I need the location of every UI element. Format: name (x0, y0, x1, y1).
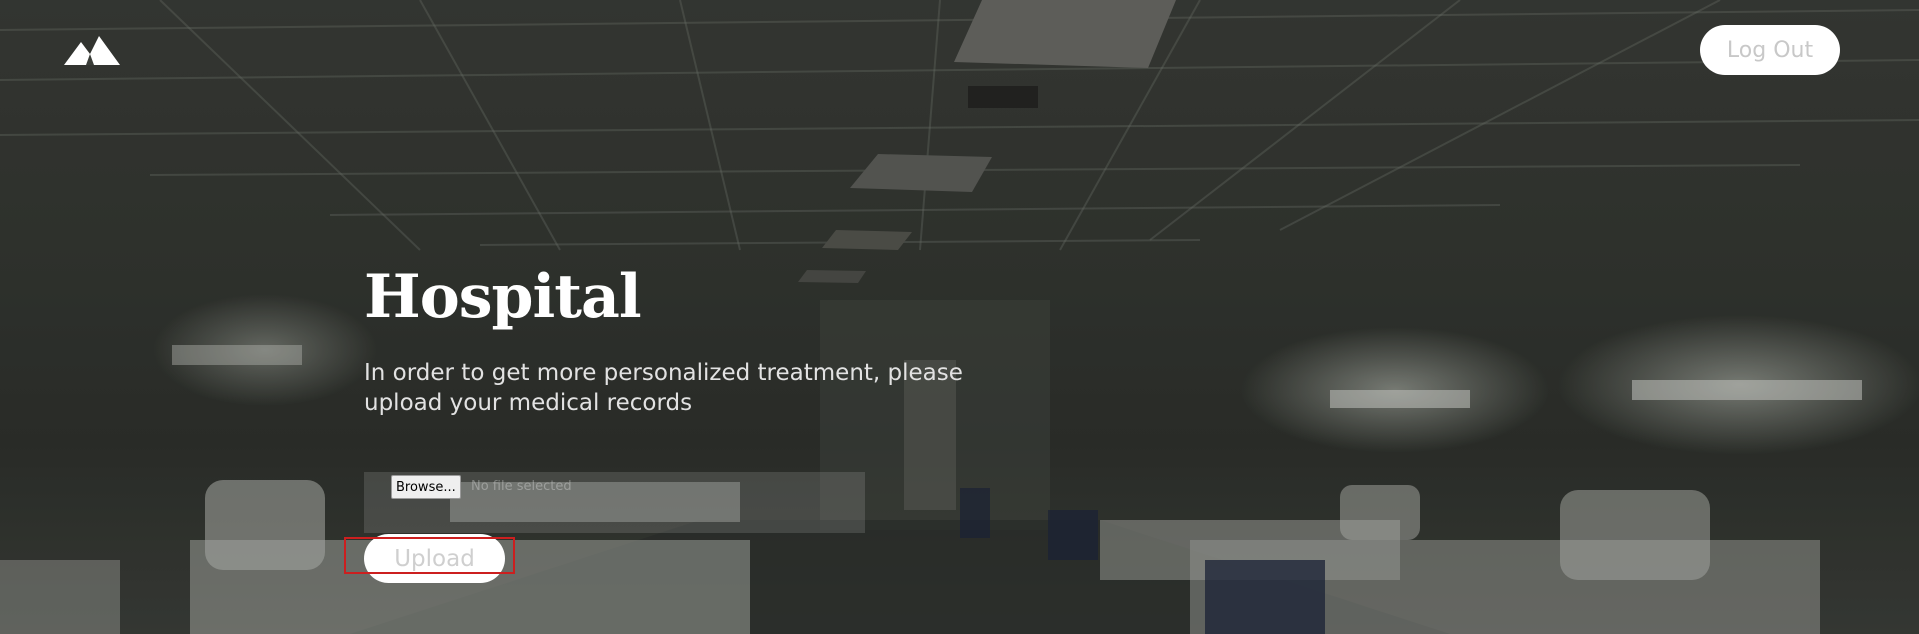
logout-button[interactable]: Log Out (1700, 25, 1840, 75)
hospital-ward-background (0, 0, 1919, 634)
upload-button[interactable]: Upload (364, 534, 505, 583)
mountain-logo-icon[interactable] (64, 34, 120, 66)
file-status-text: No file selected (471, 479, 572, 494)
file-input-field[interactable]: Browse... No file selected (364, 472, 865, 533)
page-subtitle: In order to get more personalized treatm… (364, 360, 963, 416)
page-title: Hospital (364, 262, 642, 332)
browse-button[interactable]: Browse... (391, 475, 461, 499)
